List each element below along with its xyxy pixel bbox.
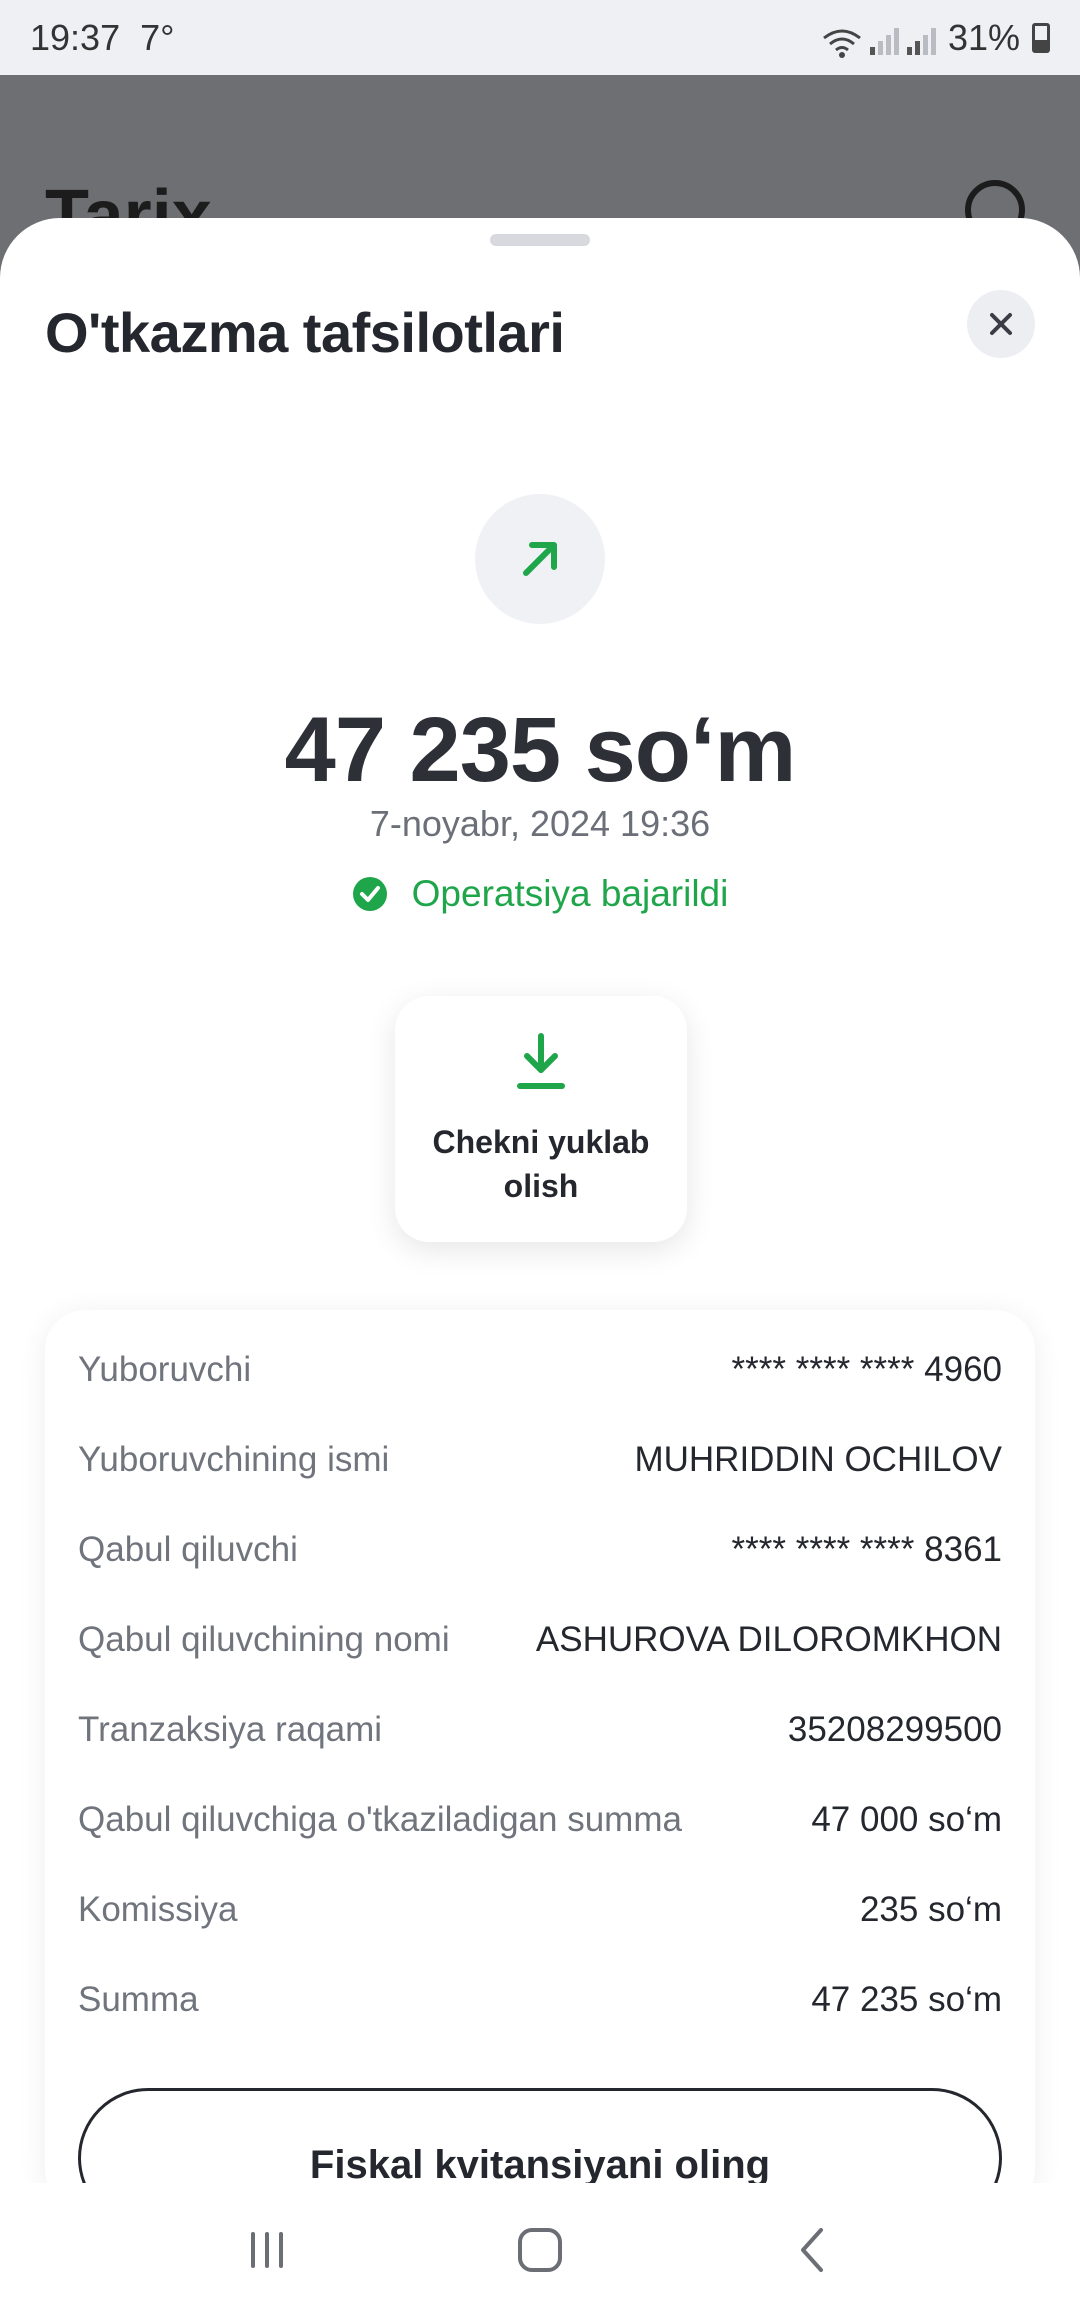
detail-value: 47 000 so‘m (811, 1800, 1002, 1839)
detail-label: Qabul qiluvchiga o'tkaziladigan summa (78, 1800, 682, 1839)
detail-label: Qabul qiluvchi (78, 1530, 298, 1569)
sheet-drag-handle[interactable] (490, 234, 590, 246)
detail-label: Komissiya (78, 1890, 238, 1929)
recents-icon (250, 2231, 283, 2268)
detail-value: **** **** **** 4960 (731, 1350, 1002, 1389)
detail-value: ASHUROVA DILOROMKHON (535, 1620, 1002, 1659)
detail-label: Summa (78, 1980, 199, 2019)
detail-label: Qabul qiluvchining nomi (78, 1620, 450, 1659)
recents-button[interactable] (227, 2210, 307, 2290)
back-button[interactable] (773, 2210, 853, 2290)
transfer-datetime: 7-noyabr, 2024 19:36 (369, 803, 711, 844)
status-temperature: 7° (140, 16, 175, 58)
detail-row-commission: Komissiya 235 so‘m (78, 1880, 1002, 1940)
transfer-amount: 47 235 so‘m (284, 699, 797, 801)
detail-label: Tranzaksiya raqami (78, 1710, 383, 1749)
detail-label: Yuboruvchi (78, 1350, 252, 1389)
home-button[interactable] (500, 2210, 580, 2290)
operation-status: Operatsiya bajarildi (0, 873, 1080, 915)
operation-status-text: Operatsiya bajarildi (411, 873, 729, 914)
detail-row-sender-name: Yuboruvchining ismi MUHRIDDIN OCHILOV (78, 1430, 1002, 1490)
battery-percent: 31% (947, 16, 1020, 58)
system-navigation-bar (0, 2183, 1080, 2316)
download-receipt-label: Chekni yuklab olish (432, 1124, 650, 1204)
detail-label: Yuboruvchining ismi (78, 1440, 390, 1479)
detail-value: 47 235 so‘m (811, 1980, 1002, 2019)
detail-value: 35208299500 (787, 1710, 1002, 1749)
close-button[interactable] (967, 290, 1035, 358)
fiscal-receipt-label: Fiskal kvitansiyani oling (309, 2143, 771, 2183)
transfer-details-sheet: O'tkazma tafsilotlari 47 235 so‘m 7-noya… (0, 218, 1080, 2183)
battery-icon (1032, 22, 1050, 53)
signal-1-icon (869, 25, 899, 55)
transfer-details-card: Yuboruvchi **** **** **** 4960 Yuboruvch… (45, 1310, 1035, 2183)
wifi-icon (822, 25, 862, 58)
status-bar: 19:37 7° 31% (0, 0, 1080, 75)
home-icon (517, 2227, 562, 2272)
check-circle-icon (352, 877, 387, 911)
fiscal-receipt-button[interactable]: Fiskal kvitansiyani oling (78, 2088, 1002, 2183)
back-icon (801, 2227, 824, 2272)
download-receipt-button[interactable]: Chekni yuklab olish (395, 996, 687, 1242)
detail-value: **** **** **** 8361 (731, 1530, 1002, 1569)
detail-row-total: Summa 47 235 so‘m (78, 1970, 1002, 2030)
outgoing-transfer-badge (475, 494, 605, 624)
sheet-title: O'tkazma tafsilotlari (45, 301, 565, 364)
detail-row-recipient-amount: Qabul qiluvchiga o'tkaziladigan summa 47… (78, 1790, 1002, 1850)
detail-value: MUHRIDDIN OCHILOV (634, 1440, 1002, 1479)
signal-2-icon (906, 25, 936, 55)
download-icon (517, 1033, 565, 1089)
detail-value: 235 so‘m (859, 1890, 1002, 1929)
detail-row-transaction-number: Tranzaksiya raqami 35208299500 (78, 1700, 1002, 1760)
detail-row-recipient-name: Qabul qiluvchining nomi ASHUROVA DILOROM… (78, 1610, 1002, 1670)
status-time: 19:37 (30, 16, 121, 58)
detail-row-sender-card: Yuboruvchi **** **** **** 4960 (78, 1340, 1002, 1400)
arrow-up-right-icon (523, 542, 557, 576)
detail-row-recipient-card: Qabul qiluvchi **** **** **** 8361 (78, 1520, 1002, 1580)
close-icon (990, 313, 1012, 335)
